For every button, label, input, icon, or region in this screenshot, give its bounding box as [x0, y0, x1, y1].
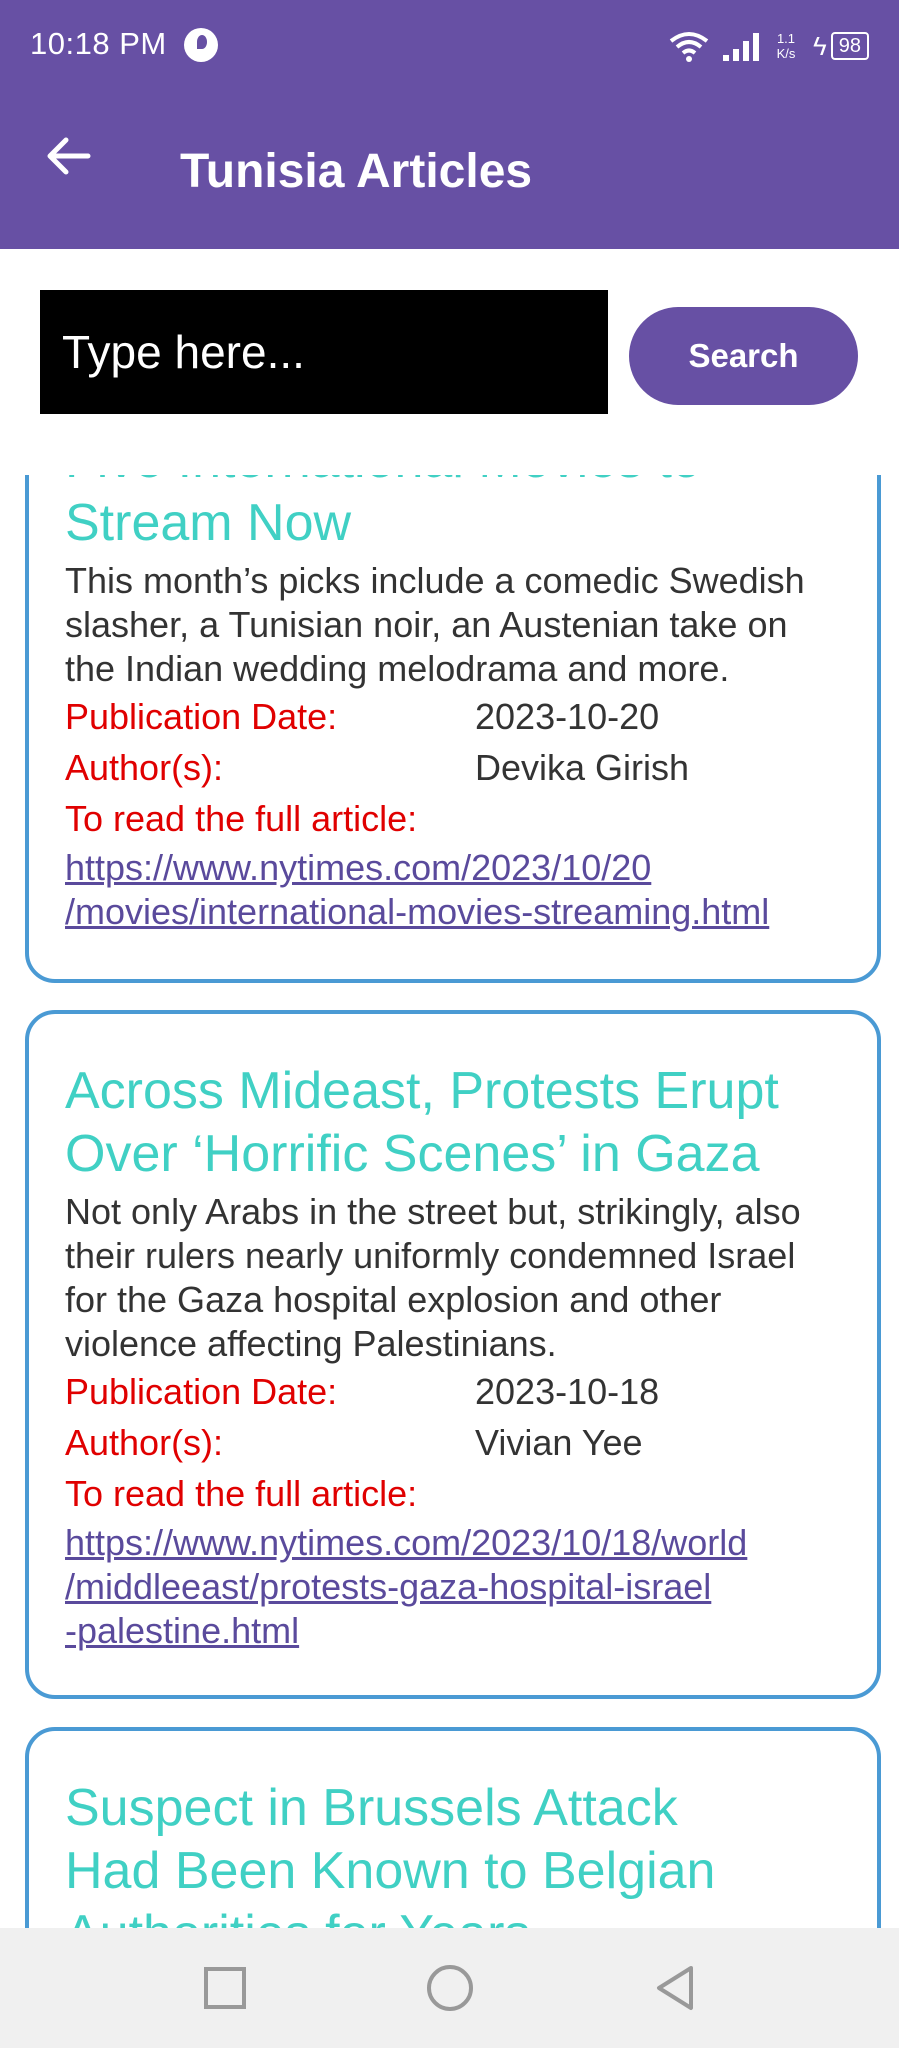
publication-date-row: Publication Date: 2023-10-20 [65, 691, 847, 742]
article-title[interactable]: Suspect in Brussels Attack Had Been Know… [65, 1777, 847, 1928]
article-description: Not only Arabs in the street but, striki… [65, 1191, 801, 1364]
back-arrow-icon[interactable] [42, 130, 94, 182]
article-card[interactable]: Across Mideast, Protests Erupt Over ‘Hor… [25, 1010, 881, 1699]
publication-date-row: Publication Date: 2023-10-18 [65, 1366, 847, 1417]
article-link[interactable]: https://www.nytimes.com/2023/10/18/world… [65, 1521, 847, 1653]
app-bar: 10:18 PM 1.1 K/s ϟ 98 Tunisia Articles [0, 0, 899, 249]
navigation-bar [0, 1928, 899, 2048]
article-link[interactable]: https://www.nytimes.com/2023/10/20 /movi… [65, 846, 847, 934]
search-input[interactable] [40, 290, 608, 414]
article-description: This month’s picks include a comedic Swe… [65, 560, 805, 689]
search-button[interactable]: Search [629, 307, 858, 405]
publication-date-value: 2023-10-20 [475, 696, 660, 737]
authors-value: Vivian Yee [475, 1422, 643, 1463]
publication-date-label: Publication Date: [65, 1371, 338, 1412]
status-icons: 1.1 K/s ϟ 98 [667, 26, 869, 66]
authors-row: Author(s): Devika Girish [65, 742, 847, 793]
status-time: 10:18 PM [30, 26, 167, 61]
read-full-label: To read the full article: [65, 1473, 418, 1514]
authors-value: Devika Girish [475, 747, 690, 788]
wifi-icon [669, 32, 709, 62]
network-speed: 1.1 K/s [776, 31, 796, 61]
page-title: Tunisia Articles [180, 145, 533, 198]
back-icon[interactable] [645, 1958, 705, 2018]
article-card[interactable]: Suspect in Brussels Attack Had Been Know… [25, 1727, 881, 1928]
authors-row: Author(s): Vivian Yee [65, 1417, 847, 1468]
home-icon[interactable] [420, 1958, 480, 2018]
battery-level: 98 [830, 32, 869, 60]
publication-date-label: Publication Date: [65, 696, 338, 737]
app-notification-icon [184, 28, 218, 62]
article-card[interactable]: Five International Movies to Stream Now … [25, 475, 881, 983]
publication-date-value: 2023-10-18 [475, 1371, 660, 1412]
authors-label: Author(s): [65, 747, 224, 788]
recent-apps-icon[interactable] [195, 1958, 255, 2018]
article-title[interactable]: Across Mideast, Protests Erupt Over ‘Hor… [65, 1060, 847, 1186]
read-full-label: To read the full article: [65, 798, 418, 839]
article-list[interactable]: Five International Movies to Stream Now … [0, 475, 899, 1928]
authors-label: Author(s): [65, 1422, 224, 1463]
signal-icon [722, 31, 759, 61]
article-title[interactable]: Five International Movies to Stream Now [65, 475, 847, 555]
battery-icon: ϟ 98 [813, 31, 869, 62]
